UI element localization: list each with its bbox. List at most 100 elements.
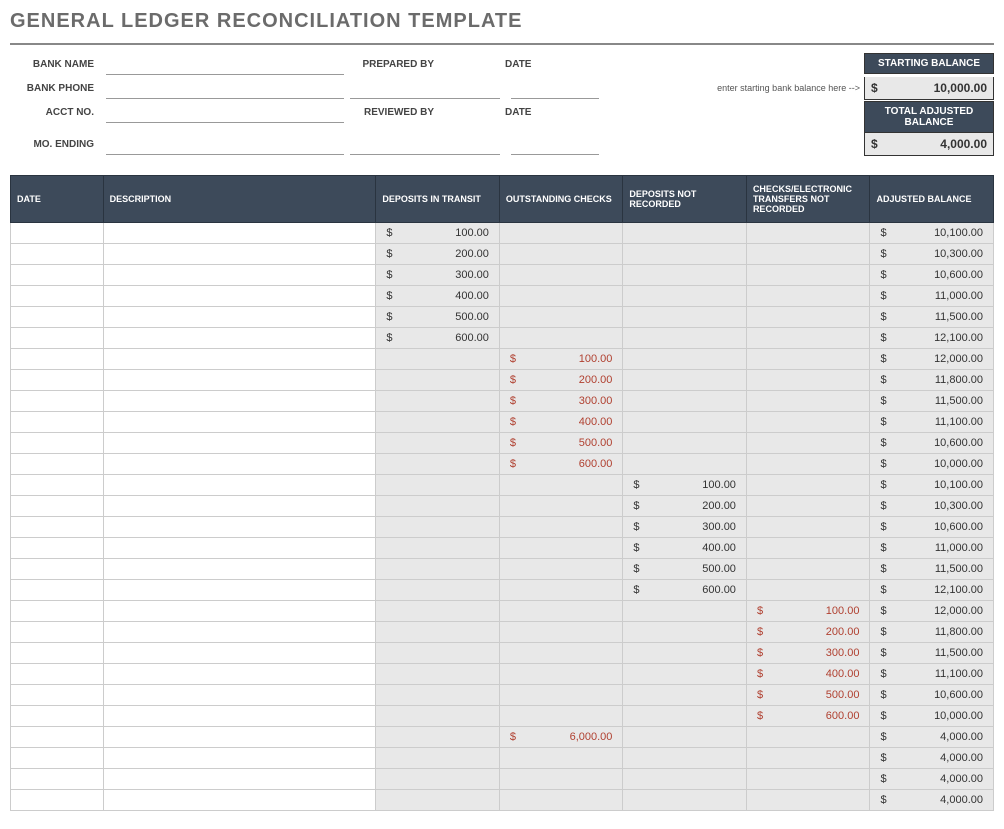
cell-deposits-not-recorded[interactable]: $400.00	[623, 538, 747, 559]
input-bank-name[interactable]	[106, 55, 344, 75]
cell-deposits-not-recorded[interactable]	[623, 748, 747, 769]
cell-outstanding-checks[interactable]	[499, 559, 623, 580]
cell-deposits-transit[interactable]	[376, 727, 500, 748]
cell-deposits-transit[interactable]	[376, 790, 500, 811]
cell-description[interactable]	[103, 685, 376, 706]
cell-date[interactable]	[11, 349, 104, 370]
cell-deposits-transit[interactable]	[376, 601, 500, 622]
cell-deposits-transit[interactable]	[376, 475, 500, 496]
cell-deposits-transit[interactable]	[376, 706, 500, 727]
cell-deposits-transit[interactable]	[376, 538, 500, 559]
cell-outstanding-checks[interactable]	[499, 748, 623, 769]
cell-outstanding-checks[interactable]	[499, 790, 623, 811]
cell-description[interactable]	[103, 622, 376, 643]
cell-checks-not-recorded[interactable]	[746, 412, 870, 433]
cell-outstanding-checks[interactable]	[499, 265, 623, 286]
cell-checks-not-recorded[interactable]	[746, 517, 870, 538]
starting-balance-value[interactable]: $ 10,000.00	[864, 77, 994, 100]
cell-description[interactable]	[103, 706, 376, 727]
cell-date[interactable]	[11, 223, 104, 244]
cell-outstanding-checks[interactable]	[499, 601, 623, 622]
cell-description[interactable]	[103, 643, 376, 664]
cell-deposits-not-recorded[interactable]	[623, 349, 747, 370]
cell-description[interactable]	[103, 769, 376, 790]
cell-outstanding-checks[interactable]	[499, 496, 623, 517]
cell-description[interactable]	[103, 475, 376, 496]
input-date-2[interactable]	[511, 135, 599, 155]
cell-checks-not-recorded[interactable]	[746, 391, 870, 412]
cell-description[interactable]	[103, 664, 376, 685]
input-date-1[interactable]	[511, 79, 599, 99]
cell-description[interactable]	[103, 370, 376, 391]
cell-checks-not-recorded[interactable]: $400.00	[746, 664, 870, 685]
cell-deposits-transit[interactable]	[376, 769, 500, 790]
cell-date[interactable]	[11, 265, 104, 286]
cell-deposits-not-recorded[interactable]: $200.00	[623, 496, 747, 517]
cell-checks-not-recorded[interactable]	[746, 454, 870, 475]
cell-checks-not-recorded[interactable]	[746, 580, 870, 601]
cell-deposits-transit[interactable]	[376, 622, 500, 643]
cell-checks-not-recorded[interactable]	[746, 433, 870, 454]
cell-checks-not-recorded[interactable]	[746, 538, 870, 559]
cell-checks-not-recorded[interactable]	[746, 286, 870, 307]
cell-outstanding-checks[interactable]	[499, 622, 623, 643]
cell-deposits-transit[interactable]	[376, 391, 500, 412]
cell-description[interactable]	[103, 727, 376, 748]
cell-deposits-transit[interactable]	[376, 643, 500, 664]
cell-deposits-not-recorded[interactable]	[623, 622, 747, 643]
cell-description[interactable]	[103, 454, 376, 475]
cell-deposits-transit[interactable]	[376, 685, 500, 706]
cell-outstanding-checks[interactable]	[499, 685, 623, 706]
cell-description[interactable]	[103, 349, 376, 370]
cell-deposits-transit[interactable]	[376, 664, 500, 685]
cell-checks-not-recorded[interactable]	[746, 244, 870, 265]
cell-outstanding-checks[interactable]	[499, 475, 623, 496]
cell-deposits-not-recorded[interactable]	[623, 391, 747, 412]
cell-deposits-transit[interactable]	[376, 496, 500, 517]
cell-description[interactable]	[103, 790, 376, 811]
cell-outstanding-checks[interactable]	[499, 328, 623, 349]
cell-outstanding-checks[interactable]	[499, 517, 623, 538]
cell-date[interactable]	[11, 769, 104, 790]
cell-deposits-not-recorded[interactable]	[623, 643, 747, 664]
cell-outstanding-checks[interactable]	[499, 769, 623, 790]
cell-outstanding-checks[interactable]	[499, 223, 623, 244]
cell-checks-not-recorded[interactable]	[746, 265, 870, 286]
cell-description[interactable]	[103, 748, 376, 769]
cell-date[interactable]	[11, 517, 104, 538]
cell-date[interactable]	[11, 433, 104, 454]
cell-deposits-not-recorded[interactable]	[623, 328, 747, 349]
cell-description[interactable]	[103, 391, 376, 412]
cell-date[interactable]	[11, 328, 104, 349]
cell-date[interactable]	[11, 664, 104, 685]
cell-checks-not-recorded[interactable]	[746, 475, 870, 496]
cell-deposits-transit[interactable]	[376, 454, 500, 475]
cell-description[interactable]	[103, 580, 376, 601]
cell-checks-not-recorded[interactable]	[746, 748, 870, 769]
cell-outstanding-checks[interactable]: $300.00	[499, 391, 623, 412]
cell-deposits-not-recorded[interactable]: $300.00	[623, 517, 747, 538]
cell-deposits-not-recorded[interactable]	[623, 601, 747, 622]
cell-outstanding-checks[interactable]: $100.00	[499, 349, 623, 370]
cell-deposits-not-recorded[interactable]	[623, 265, 747, 286]
cell-date[interactable]	[11, 412, 104, 433]
cell-checks-not-recorded[interactable]: $500.00	[746, 685, 870, 706]
cell-checks-not-recorded[interactable]	[746, 559, 870, 580]
cell-date[interactable]	[11, 685, 104, 706]
cell-deposits-not-recorded[interactable]	[623, 307, 747, 328]
cell-checks-not-recorded[interactable]	[746, 223, 870, 244]
cell-deposits-not-recorded[interactable]	[623, 769, 747, 790]
cell-deposits-not-recorded[interactable]	[623, 244, 747, 265]
cell-deposits-not-recorded[interactable]	[623, 433, 747, 454]
cell-description[interactable]	[103, 265, 376, 286]
cell-outstanding-checks[interactable]: $400.00	[499, 412, 623, 433]
cell-date[interactable]	[11, 748, 104, 769]
cell-date[interactable]	[11, 643, 104, 664]
cell-date[interactable]	[11, 538, 104, 559]
cell-deposits-not-recorded[interactable]	[623, 706, 747, 727]
cell-checks-not-recorded[interactable]: $200.00	[746, 622, 870, 643]
cell-checks-not-recorded[interactable]	[746, 349, 870, 370]
cell-outstanding-checks[interactable]	[499, 664, 623, 685]
cell-description[interactable]	[103, 223, 376, 244]
cell-description[interactable]	[103, 307, 376, 328]
